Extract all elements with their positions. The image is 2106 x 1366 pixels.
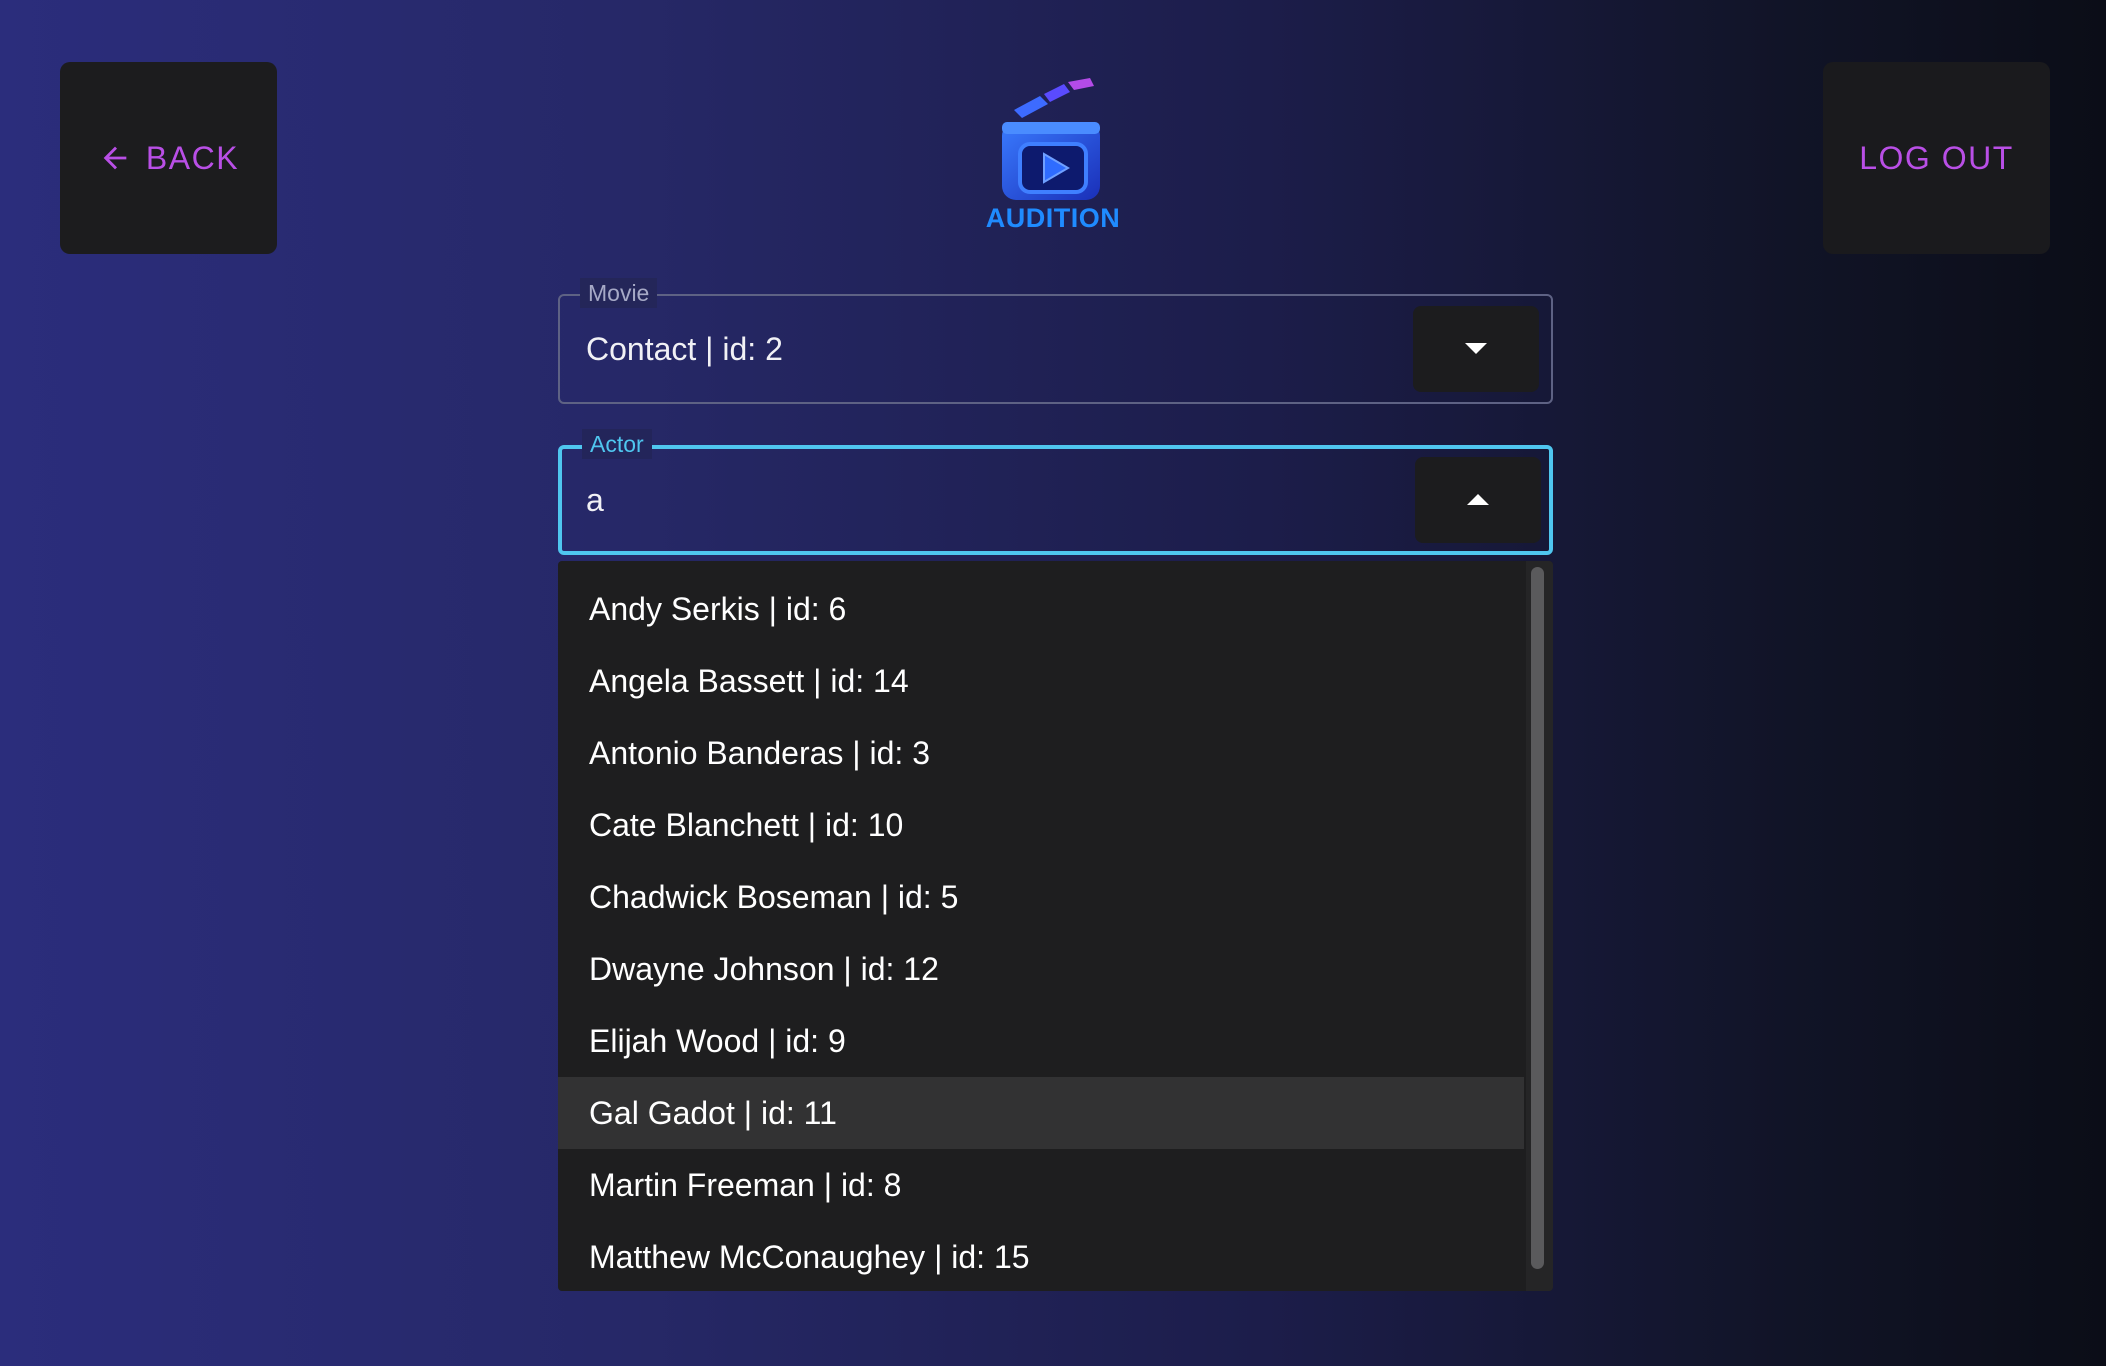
actor-options-list[interactable]: Andy Serkis | id: 6 Angela Bassett | id:… <box>558 561 1553 1291</box>
list-item[interactable]: Cate Blanchett | id: 10 <box>558 789 1524 861</box>
list-item-highlighted[interactable]: Gal Gadot | id: 11 <box>558 1077 1524 1149</box>
actor-dropdown-toggle[interactable] <box>1415 457 1541 543</box>
movie-select[interactable]: Movie Contact | id: 2 <box>558 278 1553 404</box>
list-item[interactable]: Chadwick Boseman | id: 5 <box>558 861 1524 933</box>
list-item[interactable]: Martin Freeman | id: 8 <box>558 1149 1524 1221</box>
logout-button[interactable]: LOG OUT <box>1823 62 2050 254</box>
scrollbar-thumb[interactable] <box>1531 567 1544 1269</box>
list-item[interactable]: Andy Serkis | id: 6 <box>558 573 1524 645</box>
movie-field-value[interactable]: Contact | id: 2 <box>586 296 783 402</box>
list-item[interactable]: Angela Bassett | id: 14 <box>558 645 1524 717</box>
list-item[interactable]: Antonio Banderas | id: 3 <box>558 717 1524 789</box>
actor-search-input[interactable]: a <box>586 449 604 551</box>
back-button-label: BACK <box>145 139 240 176</box>
caret-down-icon <box>1465 343 1487 354</box>
actor-autocomplete[interactable]: Actor a <box>558 429 1553 555</box>
list-item[interactable]: Dwayne Johnson | id: 12 <box>558 933 1524 1005</box>
back-button[interactable]: BACK <box>60 62 277 254</box>
list-item[interactable]: Matthew McConaughey | id: 15 <box>558 1221 1524 1291</box>
list-item[interactable]: Elijah Wood | id: 9 <box>558 1005 1524 1077</box>
caret-up-icon <box>1467 494 1489 505</box>
logo-text: AUDITION <box>985 203 1121 233</box>
arrow-left-icon <box>103 146 127 170</box>
movie-dropdown-toggle[interactable] <box>1413 306 1539 392</box>
